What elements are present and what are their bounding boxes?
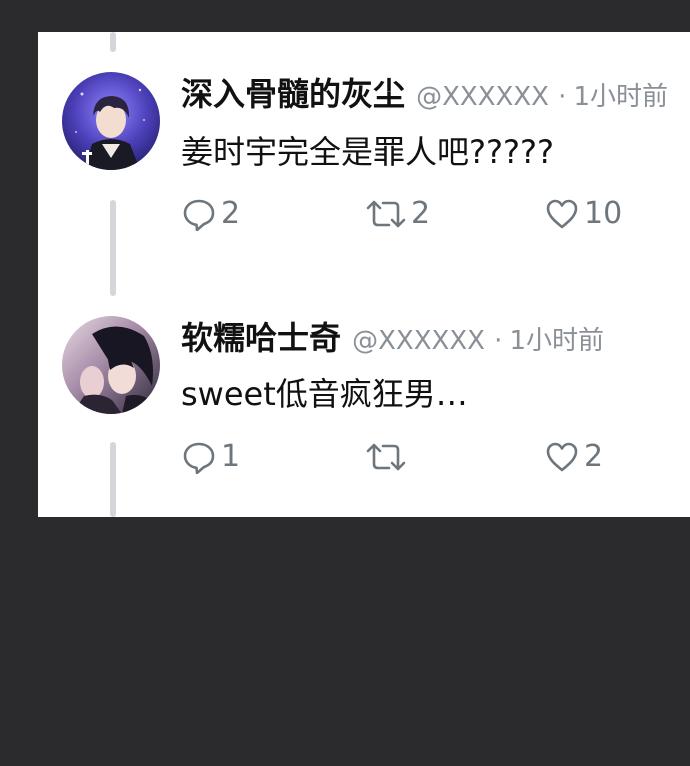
like-button[interactable]: 10 (544, 197, 622, 231)
thread-line-bottom (110, 442, 116, 517)
retweet-count: 2 (411, 196, 431, 231)
avatar[interactable] (62, 316, 160, 414)
thread-line-middle (110, 200, 116, 296)
like-count: 10 (584, 196, 623, 231)
thread-line-top (110, 32, 116, 52)
author-name[interactable]: 深入骨髓的灰尘 (181, 75, 405, 113)
retweet-button[interactable]: 2 (365, 197, 430, 231)
reply-count: 1 (221, 439, 241, 474)
author-handle[interactable]: @XXXXXX (416, 82, 549, 112)
heart-icon (544, 440, 584, 474)
timestamp[interactable]: 1小时前 (573, 82, 668, 112)
tweet-thread-card: 深入骨髓的灰尘 @XXXXXX · 1小时前 姜时宇完全是罪人吧????? 2 … (38, 32, 690, 517)
avatar[interactable] (62, 72, 160, 170)
tweet-text: 姜时宇完全是罪人吧????? (181, 133, 554, 171)
author-name[interactable]: 软糯哈士奇 (181, 319, 341, 357)
tweet-text: sweet低音疯狂男… (181, 375, 468, 413)
reply-count: 2 (221, 196, 241, 231)
speech-bubble-icon (181, 440, 221, 474)
retweet-arrows-icon (365, 440, 411, 474)
speech-bubble-icon (181, 197, 221, 231)
meta-separator: · (558, 82, 567, 112)
heart-icon (544, 197, 584, 231)
like-button[interactable]: 2 (544, 440, 603, 474)
like-count: 2 (584, 439, 604, 474)
reply-button[interactable]: 2 (181, 197, 240, 231)
author-handle[interactable]: @XXXXXX (352, 326, 485, 356)
timestamp[interactable]: 1小时前 (509, 326, 604, 356)
meta-separator: · (494, 326, 503, 356)
retweet-button[interactable] (365, 440, 411, 474)
tweet-header: 深入骨髓的灰尘 @XXXXXX · 1小时前 (181, 78, 668, 110)
tweet-header: 软糯哈士奇 @XXXXXX · 1小时前 (181, 322, 604, 354)
reply-button[interactable]: 1 (181, 440, 240, 474)
retweet-arrows-icon (365, 197, 411, 231)
